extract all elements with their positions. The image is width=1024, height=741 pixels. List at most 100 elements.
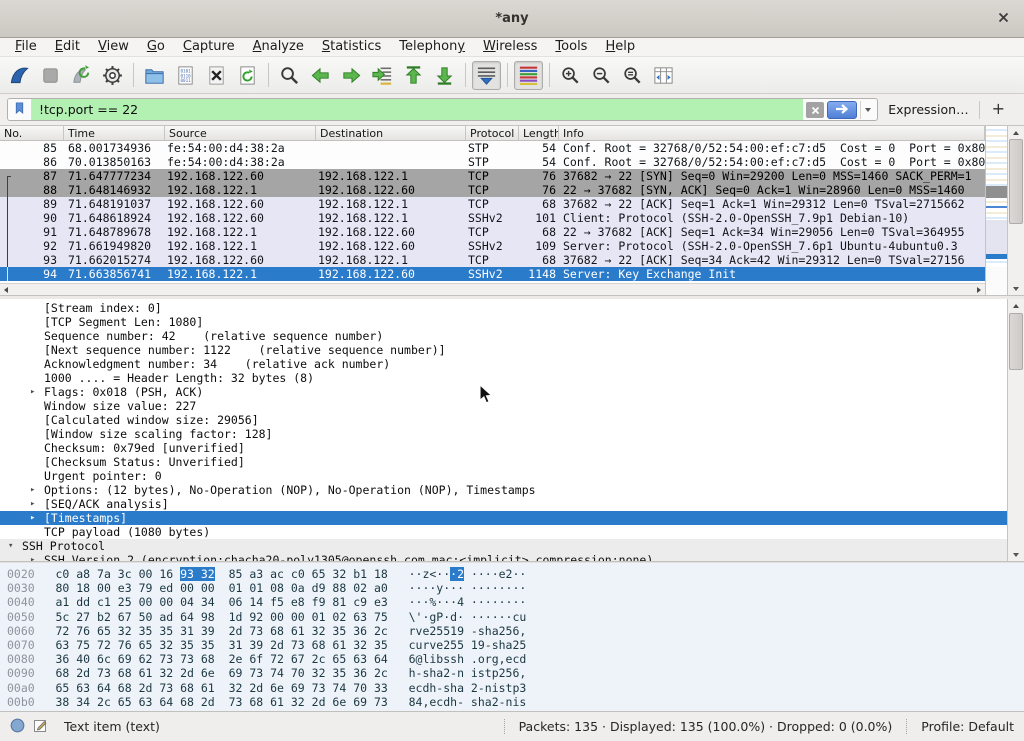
menu-capture[interactable]: Capture bbox=[174, 37, 244, 56]
packet-list-hscrollbar[interactable] bbox=[0, 283, 985, 295]
menu-go[interactable]: Go bbox=[138, 37, 174, 56]
collapse-arrow-icon[interactable]: ▾ bbox=[8, 539, 13, 553]
stop-capture-button[interactable] bbox=[36, 61, 65, 90]
packet-row-87[interactable]: 8771.647777234192.168.122.60192.168.122.… bbox=[0, 169, 985, 183]
hex-row-0050[interactable]: 0050 5c 27 b2 67 50 ad 64 98 1d 92 00 00… bbox=[7, 610, 1024, 624]
detail-line[interactable]: Urgent pointer: 0 bbox=[0, 469, 1007, 483]
detail-line[interactable]: ▸[Timestamps] bbox=[0, 511, 1007, 525]
packet-row-89[interactable]: 8971.648191037192.168.122.60192.168.122.… bbox=[0, 197, 985, 211]
hex-row-0070[interactable]: 0070 63 75 72 76 65 32 35 35 31 39 2d 73… bbox=[7, 638, 1024, 652]
filter-bookmark-button[interactable] bbox=[8, 99, 32, 120]
statusbar-profile[interactable]: Profile: Default bbox=[906, 719, 1014, 734]
open-file-button[interactable] bbox=[140, 61, 169, 90]
scrollbar-thumb[interactable] bbox=[1009, 139, 1023, 224]
detail-line[interactable]: ▸SSH Version 2 (encryption:chacha20-poly… bbox=[0, 553, 1007, 561]
reload-file-button[interactable] bbox=[233, 61, 262, 90]
go-to-packet-button[interactable] bbox=[368, 61, 397, 90]
detail-line[interactable]: [Checksum Status: Unverified] bbox=[0, 455, 1007, 469]
detail-line[interactable]: Sequence number: 42 (relative sequence n… bbox=[0, 329, 1007, 343]
column-header-info[interactable]: Info bbox=[559, 126, 985, 140]
packet-row-90[interactable]: 9071.648618924192.168.122.60192.168.122.… bbox=[0, 211, 985, 225]
detail-line[interactable]: ▸[SEQ/ACK analysis] bbox=[0, 497, 1007, 511]
hex-row-0030[interactable]: 0030 80 18 00 e3 79 ed 00 00 01 01 08 0a… bbox=[7, 581, 1024, 595]
menu-view[interactable]: View bbox=[89, 37, 138, 56]
detail-line[interactable]: ▸Flags: 0x018 (PSH, ACK) bbox=[0, 385, 1007, 399]
column-header-source[interactable]: Source bbox=[165, 126, 316, 140]
menu-statistics[interactable]: Statistics bbox=[313, 37, 390, 56]
expand-arrow-icon[interactable]: ▸ bbox=[30, 511, 35, 525]
packet-row-85[interactable]: 8568.001734936fe:54:00:d4:38:2aSTP54Conf… bbox=[0, 141, 985, 155]
menu-help[interactable]: Help bbox=[596, 37, 644, 56]
menu-tools[interactable]: Tools bbox=[546, 37, 596, 56]
packet-row-92[interactable]: 9271.661949820192.168.122.1192.168.122.6… bbox=[0, 239, 985, 253]
detail-line[interactable]: [Stream index: 0] bbox=[0, 301, 1007, 315]
details-vscrollbar[interactable] bbox=[1007, 299, 1024, 561]
menu-wireless[interactable]: Wireless bbox=[474, 37, 546, 56]
expand-arrow-icon[interactable]: ▸ bbox=[30, 483, 35, 497]
packet-row-91[interactable]: 9171.648789678192.168.122.1192.168.122.6… bbox=[0, 225, 985, 239]
scroll-up-icon[interactable] bbox=[1008, 126, 1024, 139]
filter-apply-button[interactable] bbox=[827, 101, 857, 119]
expand-arrow-icon[interactable]: ▸ bbox=[30, 497, 35, 511]
go-first-button[interactable] bbox=[399, 61, 428, 90]
save-file-button[interactable]: 010101100011 bbox=[171, 61, 200, 90]
colorize-button[interactable] bbox=[514, 61, 543, 90]
hex-row-0090[interactable]: 0090 68 2d 73 68 61 32 2d 6e 69 73 74 70… bbox=[7, 666, 1024, 680]
hex-row-0040[interactable]: 0040 a1 dd c1 25 00 00 04 34 06 14 f5 e8… bbox=[7, 595, 1024, 609]
menu-analyze[interactable]: Analyze bbox=[244, 37, 313, 56]
filter-clear-button[interactable] bbox=[806, 102, 824, 118]
find-packet-button[interactable] bbox=[275, 61, 304, 90]
hex-row-0020[interactable]: 0020 c0 a8 7a 3c 00 16 93 32 85 a3 ac c0… bbox=[7, 567, 1024, 581]
scroll-up-icon[interactable] bbox=[1008, 299, 1024, 312]
expand-arrow-icon[interactable]: ▸ bbox=[30, 385, 35, 399]
scroll-left-icon[interactable] bbox=[4, 287, 8, 293]
filter-history-dropdown[interactable] bbox=[860, 101, 875, 119]
column-header-length[interactable]: Length bbox=[519, 126, 559, 140]
packet-row-93[interactable]: 9371.662015274192.168.122.60192.168.122.… bbox=[0, 253, 985, 267]
detail-line[interactable]: Checksum: 0x79ed [unverified] bbox=[0, 441, 1007, 455]
resize-columns-button[interactable] bbox=[649, 61, 678, 90]
intelligent-scrollbar-minimap[interactable] bbox=[985, 126, 1007, 295]
zoom-reset-button[interactable] bbox=[618, 61, 647, 90]
scrollbar-thumb[interactable] bbox=[1009, 313, 1023, 370]
column-header-time[interactable]: Time bbox=[64, 126, 165, 140]
detail-line[interactable]: [TCP Segment Len: 1080] bbox=[0, 315, 1007, 329]
zoom-out-button[interactable] bbox=[587, 61, 616, 90]
column-header-destination[interactable]: Destination bbox=[316, 126, 466, 140]
zoom-in-button[interactable] bbox=[556, 61, 585, 90]
window-close-button[interactable] bbox=[993, 0, 1014, 37]
restart-capture-button[interactable] bbox=[67, 61, 96, 90]
auto-scroll-button[interactable] bbox=[472, 61, 501, 90]
menu-edit[interactable]: Edit bbox=[46, 37, 89, 56]
go-back-button[interactable] bbox=[306, 61, 335, 90]
detail-line[interactable]: 1000 .... = Header Length: 32 bytes (8) bbox=[0, 371, 1007, 385]
display-filter-input[interactable] bbox=[32, 99, 803, 120]
hex-row-0060[interactable]: 0060 72 76 65 32 35 35 31 39 2d 73 68 61… bbox=[7, 624, 1024, 638]
shark-fin-start-button[interactable] bbox=[5, 61, 34, 90]
detail-line[interactable]: ▸Options: (12 bytes), No-Operation (NOP)… bbox=[0, 483, 1007, 497]
capture-options-button[interactable] bbox=[98, 61, 127, 90]
detail-line[interactable]: ▾SSH Protocol bbox=[0, 539, 1007, 553]
column-header-no[interactable]: No. bbox=[0, 126, 64, 140]
hex-row-00a0[interactable]: 00a0 65 63 64 68 2d 73 68 61 32 2d 6e 69… bbox=[7, 681, 1024, 695]
expert-info-icon[interactable] bbox=[10, 718, 25, 736]
detail-line[interactable]: Window size value: 227 bbox=[0, 399, 1007, 413]
capture-comment-icon[interactable] bbox=[33, 718, 48, 736]
detail-line[interactable]: TCP payload (1080 bytes) bbox=[0, 525, 1007, 539]
go-forward-button[interactable] bbox=[337, 61, 366, 90]
menu-file[interactable]: File bbox=[6, 37, 46, 56]
close-file-button[interactable] bbox=[202, 61, 231, 90]
packet-row-86[interactable]: 8670.013850163fe:54:00:d4:38:2aSTP54Conf… bbox=[0, 155, 985, 169]
packet-row-88[interactable]: 8871.648146932192.168.122.1192.168.122.6… bbox=[0, 183, 985, 197]
packet-row-94[interactable]: 9471.663856741192.168.122.1192.168.122.6… bbox=[0, 267, 985, 281]
scroll-right-icon[interactable] bbox=[977, 287, 981, 293]
add-filter-button[interactable]: + bbox=[980, 99, 1017, 120]
detail-line[interactable]: [Window size scaling factor: 128] bbox=[0, 427, 1007, 441]
scroll-down-icon[interactable] bbox=[1008, 548, 1024, 561]
scroll-down-icon[interactable] bbox=[1008, 282, 1024, 295]
detail-line[interactable]: [Calculated window size: 29056] bbox=[0, 413, 1007, 427]
expand-arrow-icon[interactable]: ▸ bbox=[30, 553, 35, 561]
hex-row-0080[interactable]: 0080 36 40 6c 69 62 73 73 68 2e 6f 72 67… bbox=[7, 652, 1024, 666]
packet-list-vscrollbar[interactable] bbox=[1007, 126, 1024, 295]
detail-line[interactable]: [Next sequence number: 1122 (relative se… bbox=[0, 343, 1007, 357]
